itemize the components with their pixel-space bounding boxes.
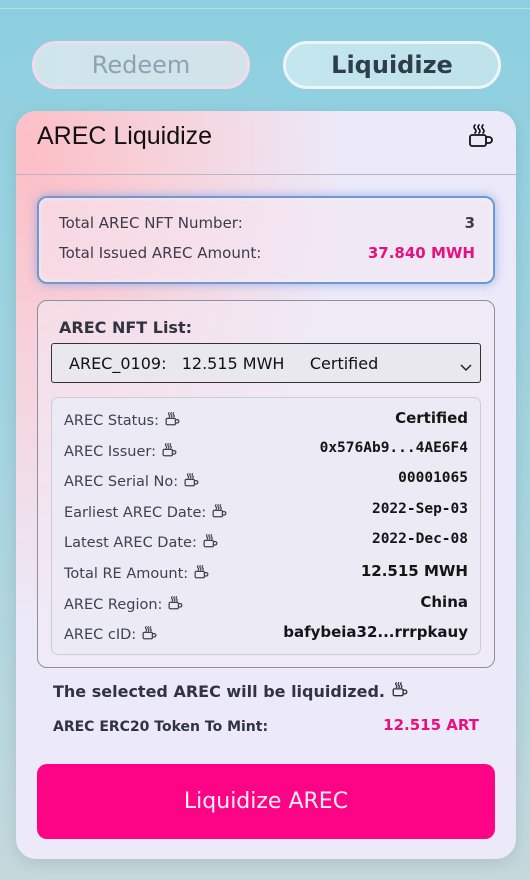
summary-panel: Total AREC NFT Number: 3 Total Issued AR… (37, 196, 495, 284)
detail-label-wrap: AREC Serial No: (64, 473, 199, 491)
issued-amount-row: Total Issued AREC Amount: 37.840 MWH (59, 244, 475, 262)
nft-list-panel: AREC NFT List: AREC_0109: 12.515 MWH Cer… (37, 300, 495, 668)
liquidize-notice: The selected AREC will be liquidized. (53, 682, 408, 701)
detail-row: Total RE Amount: 12.515 MWH (64, 562, 468, 587)
detail-value: China (420, 592, 468, 611)
detail-label-wrap: Latest AREC Date: (64, 534, 218, 552)
detail-row: AREC Region: China (64, 592, 468, 618)
detail-label: Latest AREC Date: (64, 535, 197, 552)
detail-label: AREC Serial No: (64, 474, 179, 491)
chevron-down-icon (460, 357, 472, 376)
mint-label: AREC ERC20 Token To Mint: (53, 719, 269, 735)
detail-label: AREC cID: (64, 627, 137, 644)
mug-icon[interactable] (194, 565, 209, 583)
detail-value: 12.515 MWH (360, 562, 468, 580)
mint-value: 12.515 ART (383, 716, 479, 734)
detail-value: 2022-Sep-03 (371, 500, 468, 517)
detail-value: bafybeia32...rrrpkauy (283, 623, 468, 642)
detail-label-wrap: AREC Issuer: (64, 442, 177, 461)
mug-icon[interactable] (468, 124, 494, 152)
mug-icon[interactable] (142, 626, 157, 644)
detail-row: AREC cID: bafybeia32...rrrpkauy (64, 623, 468, 648)
detail-label-wrap: AREC Status: (64, 412, 180, 430)
mug-icon[interactable] (184, 473, 199, 491)
detail-label-wrap: Total RE Amount: (64, 565, 209, 583)
notice-text: The selected AREC will be liquidized. (53, 682, 385, 701)
detail-row: AREC Issuer: 0x576Ab9...4AE6F4 (64, 439, 468, 465)
detail-label: AREC Status: (64, 413, 159, 429)
nft-number-label: Total AREC NFT Number: (59, 214, 243, 232)
detail-value: 0x576Ab9...4AE6F4 (319, 439, 468, 456)
detail-label: Earliest AREC Date: (64, 504, 207, 521)
card-header: AREC Liquidize (16, 111, 516, 175)
liquidize-arec-button[interactable]: Liquidize AREC (37, 764, 495, 839)
card-title: AREC Liquidize (37, 122, 213, 150)
detail-label-wrap: Earliest AREC Date: (64, 503, 227, 522)
mug-icon[interactable] (203, 534, 218, 552)
nft-details: AREC Status: Certified AREC Issuer: 0x576Ab… (51, 397, 481, 655)
detail-label-wrap: AREC Region: (64, 595, 183, 614)
detail-row: Earliest AREC Date: 2022-Sep-03 (64, 500, 468, 526)
detail-value: 00001065 (398, 470, 468, 487)
liquidize-card: AREC Liquidize Total AREC NFT Number: 3 … (16, 111, 516, 859)
nft-select[interactable]: AREC_0109: 12.515 MWH Certified (51, 343, 481, 383)
detail-value: Certified (395, 409, 468, 427)
detail-label-wrap: AREC cID: (64, 626, 157, 644)
nft-select-value: AREC_0109: 12.515 MWH Certified (69, 354, 379, 373)
detail-label: AREC Region: (64, 596, 163, 613)
top-divider (0, 8, 530, 9)
nft-number-value: 3 (464, 214, 475, 232)
detail-row: AREC Status: Certified (64, 409, 468, 434)
mug-icon[interactable] (392, 682, 408, 701)
detail-row: Latest AREC Date: 2022-Dec-08 (64, 531, 468, 556)
detail-row: AREC Serial No: 00001065 (64, 470, 468, 495)
detail-label: AREC Issuer: (64, 443, 156, 460)
mug-icon[interactable] (165, 412, 180, 430)
mug-icon[interactable] (212, 503, 227, 522)
tab-redeem[interactable]: Redeem (32, 41, 250, 89)
tab-liquidize[interactable]: Liquidize (283, 41, 501, 89)
detail-value: 2022-Dec-08 (371, 531, 468, 548)
mug-icon[interactable] (162, 442, 177, 461)
issued-amount-label: Total Issued AREC Amount: (59, 244, 262, 262)
mug-icon[interactable] (168, 595, 183, 614)
nft-number-row: Total AREC NFT Number: 3 (59, 214, 475, 232)
nft-list-label: AREC NFT List: (59, 318, 192, 337)
issued-amount-value: 37.840 MWH (367, 244, 475, 262)
detail-label: Total RE Amount: (64, 566, 189, 582)
